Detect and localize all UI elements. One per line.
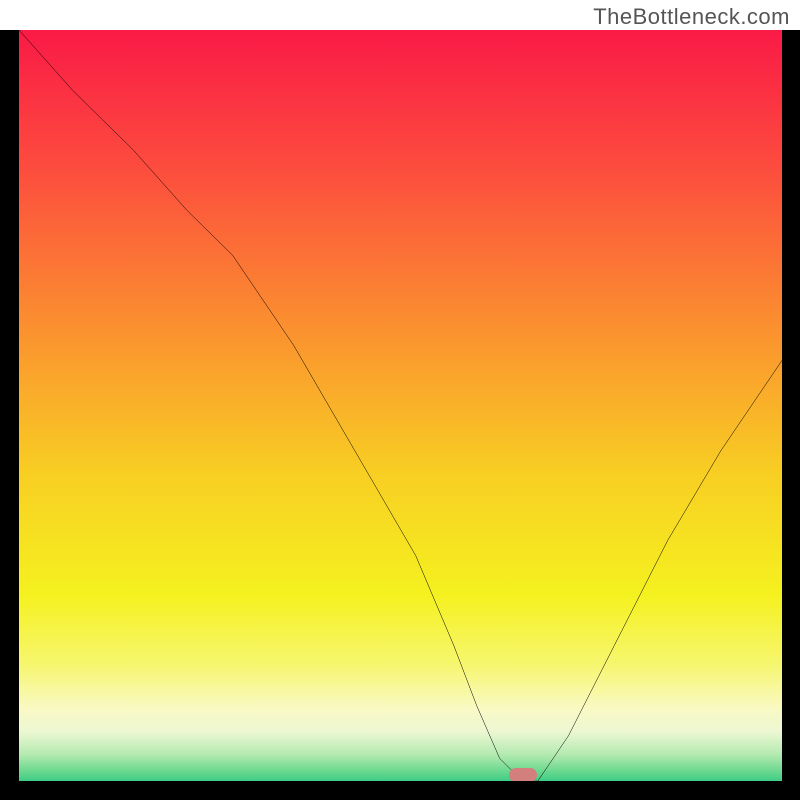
curve bbox=[19, 30, 782, 781]
chart-frame: TheBottleneck.com bbox=[0, 0, 800, 800]
watermark-text: TheBottleneck.com bbox=[593, 4, 790, 30]
optimal-point-marker bbox=[509, 768, 537, 781]
plot-area bbox=[19, 30, 782, 781]
